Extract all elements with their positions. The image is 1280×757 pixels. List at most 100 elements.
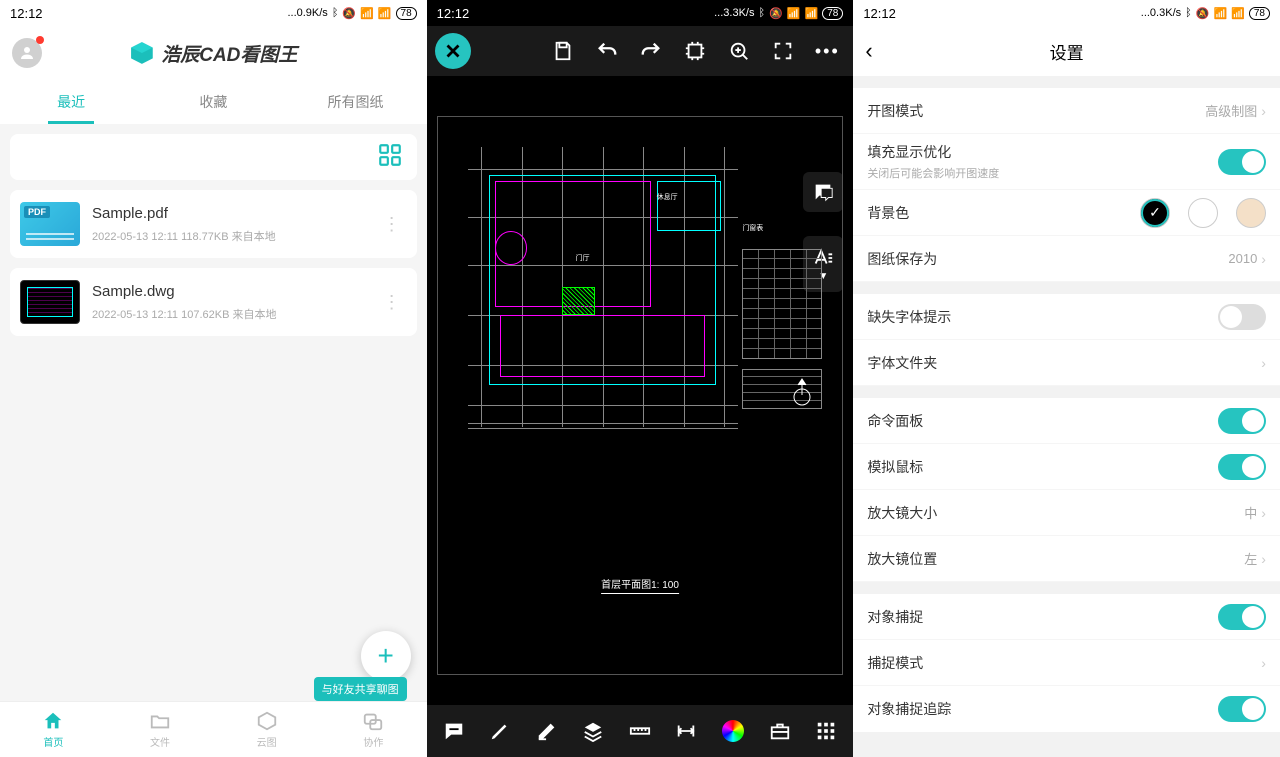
screen-cad-viewer: 12:12 ...3.3K/s ᛒ 🔕 📶 📶 78 ••• ▼ bbox=[427, 0, 854, 757]
fit-screen-icon[interactable] bbox=[677, 33, 713, 69]
file-row[interactable]: Sample.dwg 2022-05-13 12:11 107.62KB 来自本… bbox=[10, 268, 417, 336]
setting-missing-font[interactable]: 缺失字体提示 bbox=[853, 294, 1280, 340]
chevron-right-icon: › bbox=[1261, 355, 1266, 371]
toggle-obj-snap[interactable] bbox=[1218, 604, 1266, 630]
file-name: Sample.dwg bbox=[92, 283, 365, 300]
logo-icon bbox=[129, 40, 155, 66]
fullscreen-icon[interactable] bbox=[765, 33, 801, 69]
avatar[interactable] bbox=[12, 38, 42, 68]
status-right: ...3.3K/s ᛒ 🔕 📶 📶 78 bbox=[714, 7, 843, 20]
view-toggle-bar bbox=[10, 134, 417, 180]
file-row[interactable]: Sample.pdf 2022-05-13 12:11 118.77KB 来自本… bbox=[10, 190, 417, 258]
pencil-icon[interactable] bbox=[485, 716, 515, 746]
grid-menu-icon[interactable] bbox=[811, 716, 841, 746]
close-button[interactable] bbox=[435, 33, 471, 69]
toolbox-icon[interactable] bbox=[765, 716, 795, 746]
chevron-right-icon: › bbox=[1261, 655, 1266, 671]
toggle-track[interactable] bbox=[1218, 696, 1266, 722]
wifi-icon: 📶 bbox=[804, 7, 818, 20]
tab-all[interactable]: 所有图纸 bbox=[284, 80, 426, 124]
nav-collab[interactable]: 协作 bbox=[320, 702, 427, 757]
setting-cmd-panel[interactable]: 命令面板 bbox=[853, 398, 1280, 444]
app-logo: 浩辰CAD看图王 bbox=[129, 40, 297, 67]
setting-save-as[interactable]: 图纸保存为 2010 › bbox=[853, 236, 1280, 282]
app-header: 浩辰CAD看图王 bbox=[0, 26, 427, 80]
settings-list[interactable]: 开图模式 高级制图 › 填充显示优化 关闭后可能会影响开图速度 背景色 图纸保存… bbox=[853, 76, 1280, 757]
setting-font-folder[interactable]: 字体文件夹 › bbox=[853, 340, 1280, 386]
status-bar: 12:12 ...3.3K/s ᛒ 🔕 📶 📶 78 bbox=[427, 0, 854, 26]
file-meta: 2022-05-13 12:11 107.62KB 来自本地 bbox=[92, 306, 365, 322]
toggle-fill-opt[interactable] bbox=[1218, 149, 1266, 175]
edit-icon[interactable] bbox=[532, 716, 562, 746]
setting-obj-snap[interactable]: 对象捕捉 bbox=[853, 594, 1280, 640]
chevron-right-icon: › bbox=[1261, 103, 1266, 119]
settings-header: ‹ 设置 bbox=[853, 26, 1280, 76]
file-info: Sample.dwg 2022-05-13 12:11 107.62KB 来自本… bbox=[92, 283, 365, 322]
status-net: ...3.3K/s bbox=[714, 7, 754, 19]
bluetooth-icon: ᛒ bbox=[758, 7, 765, 19]
status-net: ...0.9K/s bbox=[287, 7, 327, 19]
setting-sim-mouse[interactable]: 模拟鼠标 bbox=[853, 444, 1280, 490]
setting-mag-size[interactable]: 放大镜大小 中 › bbox=[853, 490, 1280, 536]
toggle-missing-font[interactable] bbox=[1218, 304, 1266, 330]
comment-tool-icon[interactable] bbox=[439, 716, 469, 746]
zoom-icon[interactable] bbox=[721, 33, 757, 69]
signal-icon: 📶 bbox=[1213, 7, 1227, 20]
setting-bg-color: 背景色 bbox=[853, 190, 1280, 236]
cad-canvas[interactable]: ▼ 休息厅 门厅 bbox=[427, 76, 854, 705]
color-beige[interactable] bbox=[1236, 198, 1266, 228]
wifi-icon: 📶 bbox=[378, 7, 392, 20]
status-time: 12:12 bbox=[437, 6, 470, 21]
redo-icon[interactable] bbox=[633, 33, 669, 69]
nav-files[interactable]: 文件 bbox=[107, 702, 214, 757]
battery-icon: 78 bbox=[822, 7, 843, 20]
back-icon[interactable]: ‹ bbox=[865, 38, 872, 64]
color-black[interactable] bbox=[1140, 198, 1170, 228]
screen-settings: 12:12 ...0.3K/s ᛒ 🔕 📶 📶 78 ‹ 设置 开图模式 高级制… bbox=[853, 0, 1280, 757]
toggle-cmd-panel[interactable] bbox=[1218, 408, 1266, 434]
color-wheel-icon[interactable] bbox=[718, 716, 748, 746]
wifi-icon: 📶 bbox=[1231, 7, 1245, 20]
setting-track[interactable]: 对象捕捉追踪 bbox=[853, 686, 1280, 732]
file-more-icon[interactable]: ⋮ bbox=[377, 292, 407, 313]
file-more-icon[interactable]: ⋮ bbox=[377, 214, 407, 235]
pdf-thumb-icon bbox=[20, 202, 80, 246]
file-name: Sample.pdf bbox=[92, 205, 365, 222]
setting-fill-opt[interactable]: 填充显示优化 关闭后可能会影响开图速度 bbox=[853, 134, 1280, 190]
dimension-icon[interactable] bbox=[671, 716, 701, 746]
app-title: 浩辰CAD看图王 bbox=[161, 40, 297, 67]
setting-snap-mode[interactable]: 捕捉模式 › bbox=[853, 640, 1280, 686]
chevron-right-icon: › bbox=[1261, 251, 1266, 267]
tab-favorite[interactable]: 收藏 bbox=[142, 80, 284, 124]
nav-cloud[interactable]: 云图 bbox=[213, 702, 320, 757]
bottom-toolbar bbox=[427, 705, 854, 757]
color-white[interactable] bbox=[1188, 198, 1218, 228]
bell-mute-icon: 🔕 bbox=[342, 7, 356, 20]
bluetooth-icon: ᛒ bbox=[1185, 7, 1192, 19]
tab-recent[interactable]: 最近 bbox=[0, 80, 142, 124]
save-icon[interactable] bbox=[545, 33, 581, 69]
layers-icon[interactable] bbox=[578, 716, 608, 746]
bell-mute-icon: 🔕 bbox=[769, 7, 783, 20]
setting-mag-pos[interactable]: 放大镜位置 左 › bbox=[853, 536, 1280, 582]
battery-icon: 78 bbox=[1249, 7, 1270, 20]
grid-view-icon[interactable] bbox=[377, 142, 403, 173]
north-arrow-icon bbox=[792, 377, 812, 407]
battery-icon: 78 bbox=[396, 7, 417, 20]
setting-open-mode[interactable]: 开图模式 高级制图 › bbox=[853, 88, 1280, 134]
measure-icon[interactable] bbox=[625, 716, 655, 746]
signal-icon: 📶 bbox=[360, 7, 374, 20]
undo-icon[interactable] bbox=[589, 33, 625, 69]
more-icon[interactable]: ••• bbox=[809, 33, 845, 69]
chevron-right-icon: › bbox=[1261, 505, 1266, 521]
bottom-nav: 与好友共享聊图 首页 文件 云图 协作 bbox=[0, 701, 427, 757]
toggle-sim-mouse[interactable] bbox=[1218, 454, 1266, 480]
share-tooltip: 与好友共享聊图 bbox=[314, 677, 407, 701]
signal-icon: 📶 bbox=[787, 7, 801, 20]
floor-plan: 休息厅 门厅 bbox=[468, 147, 738, 427]
screen-file-list: 12:12 ...0.9K/s ᛒ 🔕 📶 📶 78 浩辰CAD看图王 最近 收… bbox=[0, 0, 427, 757]
nav-home[interactable]: 首页 bbox=[0, 702, 107, 757]
fab-add-button[interactable]: + bbox=[361, 631, 411, 681]
file-meta: 2022-05-13 12:11 118.77KB 来自本地 bbox=[92, 228, 365, 244]
status-bar: 12:12 ...0.9K/s ᛒ 🔕 📶 📶 78 bbox=[0, 0, 427, 26]
